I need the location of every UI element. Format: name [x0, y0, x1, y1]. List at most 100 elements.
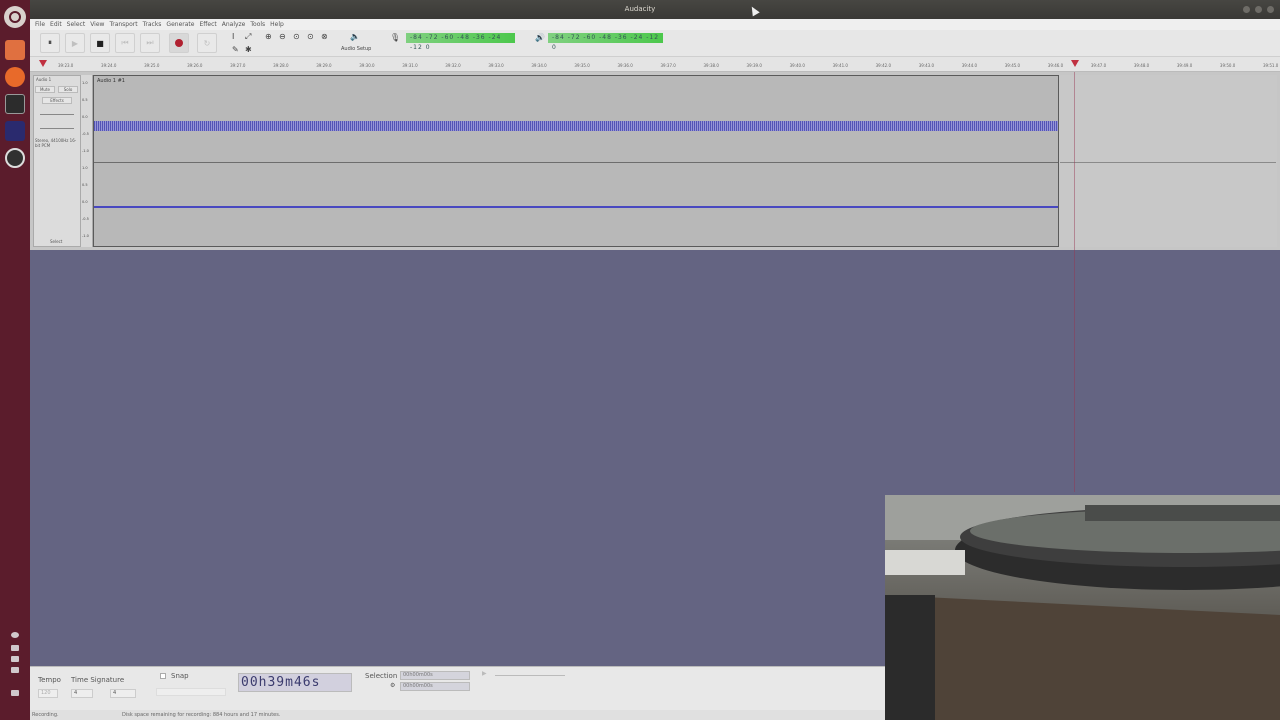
pan-slider[interactable]: [40, 128, 74, 129]
microphone-icon[interactable]: 🎙: [390, 33, 400, 42]
record-meter[interactable]: -84 -72 -60 -48 -36 -24 -12 0: [406, 33, 515, 51]
menu-view[interactable]: View: [90, 19, 104, 30]
menu-file[interactable]: File: [35, 19, 45, 30]
scale-label: 0.0: [82, 200, 88, 204]
multi-tool-icon[interactable]: ✱: [245, 45, 252, 54]
menu-analyze[interactable]: Analyze: [222, 19, 246, 30]
battery-tray-icon[interactable]: [11, 656, 19, 662]
selection-tool-icon[interactable]: I: [232, 32, 234, 41]
loop-icon: ↻: [203, 38, 211, 48]
settings-tray-icon[interactable]: [11, 632, 19, 638]
volume-tray-icon[interactable]: [11, 690, 19, 696]
empty-channel-separator: [1060, 162, 1276, 163]
menu-tools[interactable]: Tools: [250, 19, 265, 30]
fit-project-icon[interactable]: ⊙: [307, 32, 314, 41]
menu-effect[interactable]: Effect: [199, 19, 216, 30]
selection-end-field[interactable]: 00h00m00s: [400, 682, 470, 691]
mute-button[interactable]: Mute: [35, 86, 55, 93]
ts-denominator-select[interactable]: 4: [110, 689, 136, 698]
menu-transport[interactable]: Transport: [109, 19, 137, 30]
waveform-left-channel: [94, 121, 1058, 131]
playback-speed-slider[interactable]: [495, 675, 565, 676]
zoom-out-icon[interactable]: ⊖: [279, 32, 286, 41]
snap-to-select[interactable]: [156, 688, 226, 696]
play-at-speed-icon[interactable]: ▶: [482, 670, 487, 677]
scale-label: -1.0: [82, 149, 89, 153]
draw-tool-icon[interactable]: ✎: [232, 45, 239, 54]
waveform-right-channel: [94, 206, 1058, 208]
play-meter-ticks: -84 -72 -60 -48 -36 -24 -12 0: [552, 34, 660, 51]
ruler-tick: 39:42.0: [875, 63, 891, 68]
scale-label: -1.0: [82, 234, 89, 238]
waveform-clip[interactable]: Audio 1 #1: [93, 75, 1059, 247]
playback-meter[interactable]: -84 -72 -60 -48 -36 -24 -12 0: [548, 33, 663, 51]
fit-selection-icon[interactable]: ⊙: [293, 32, 300, 41]
time-value: 00h39m46s: [241, 675, 321, 690]
track-name-menu[interactable]: Audio 1: [36, 77, 51, 82]
play-start-marker-icon[interactable]: [39, 60, 47, 67]
network-tray-icon[interactable]: [11, 645, 19, 651]
terminal-icon[interactable]: [5, 94, 25, 114]
timeline-ruler[interactable]: 39:23.0 39:24.0 39:25.0 39:26.0 39:27.0 39:28…: [30, 57, 1280, 72]
solo-button[interactable]: Solo: [58, 86, 78, 93]
webcam-overlay: [885, 495, 1280, 720]
track-empty-region[interactable]: [1059, 75, 1277, 247]
time-display[interactable]: 00h39m46s: [238, 673, 352, 692]
skip-start-icon: ⏮: [121, 38, 129, 47]
ruler-tick: 39:39.0: [746, 63, 762, 68]
menu-generate[interactable]: Generate: [166, 19, 194, 30]
selection-format-icon[interactable]: ⚙: [390, 682, 395, 689]
stop-button[interactable]: ■: [90, 33, 110, 53]
channel-separator: [94, 162, 1058, 163]
speaker-icon[interactable]: 🔈: [350, 32, 360, 41]
obs-icon[interactable]: [5, 148, 25, 168]
zoom-toggle-icon[interactable]: ⊗: [321, 32, 328, 41]
select-track-button[interactable]: Select: [50, 239, 62, 244]
ruler-tick: 39:43.0: [918, 63, 935, 68]
ts-numerator-input[interactable]: 4: [71, 689, 93, 698]
dash-home-icon[interactable]: [4, 6, 26, 28]
maximize-icon[interactable]: [1255, 6, 1262, 13]
stop-icon: ■: [96, 38, 104, 48]
selection-toolbar: Tempo 120 Time Signature 4 4 Snap 00h39m…: [30, 666, 885, 710]
ruler-tick: 39:24.0: [101, 63, 117, 68]
zoom-in-icon[interactable]: ⊕: [265, 32, 272, 41]
playhead-marker-icon[interactable]: [1071, 60, 1079, 67]
menu-help[interactable]: Help: [270, 19, 284, 30]
snap-checkbox[interactable]: [160, 673, 166, 679]
vertical-scale: 1.0 0.5 0.0 -0.5 -1.0 1.0 0.5 0.0 -0.5 -1.0: [81, 75, 93, 247]
playback-speaker-icon[interactable]: 🔊: [535, 33, 545, 42]
skip-start-button[interactable]: ⏮: [115, 33, 135, 53]
menu-edit[interactable]: Edit: [50, 19, 62, 30]
files-icon[interactable]: [5, 40, 25, 60]
ruler-tick: 39:37.0: [660, 63, 676, 68]
envelope-tool-icon[interactable]: ⤢: [245, 32, 251, 42]
selection-start-field[interactable]: 00h00m00s: [400, 671, 470, 680]
pause-button[interactable]: ⏸: [40, 33, 60, 53]
skip-end-button[interactable]: ⏭: [140, 33, 160, 53]
ruler-tick: 39:41.0: [832, 63, 848, 68]
ruler-tick: 39:31.0: [402, 63, 418, 68]
keyboard-tray-icon[interactable]: [11, 667, 19, 673]
menu-select[interactable]: Select: [67, 19, 86, 30]
minimize-icon[interactable]: [1243, 6, 1250, 13]
firefox-icon[interactable]: [5, 67, 25, 87]
gain-slider[interactable]: [40, 114, 74, 115]
record-button[interactable]: [169, 33, 189, 53]
time-signature-label: Time Signature: [71, 676, 125, 684]
clip-name[interactable]: Audio 1 #1: [97, 78, 125, 84]
scale-label: -0.5: [82, 217, 89, 221]
audio-setup-label[interactable]: Audio Setup: [341, 46, 371, 52]
close-icon[interactable]: [1267, 6, 1274, 13]
loop-button[interactable]: ↻: [197, 33, 217, 53]
track-control-panel: Audio 1 Mute Solo Effects Stereo, 44100H…: [33, 75, 81, 247]
play-button[interactable]: ▶: [65, 33, 85, 53]
effects-button[interactable]: Effects: [42, 97, 72, 104]
status-bar: Recording. Disk space remaining for reco…: [30, 710, 885, 720]
tempo-input[interactable]: 120: [38, 689, 58, 698]
ruler-tick: 39:46.0: [1047, 63, 1064, 68]
ruler-tick: 39:40.0: [789, 63, 805, 68]
menu-tracks[interactable]: Tracks: [143, 19, 162, 30]
ruler-tick: 39:48.0: [1133, 63, 1150, 68]
audacity-icon[interactable]: [5, 121, 25, 141]
